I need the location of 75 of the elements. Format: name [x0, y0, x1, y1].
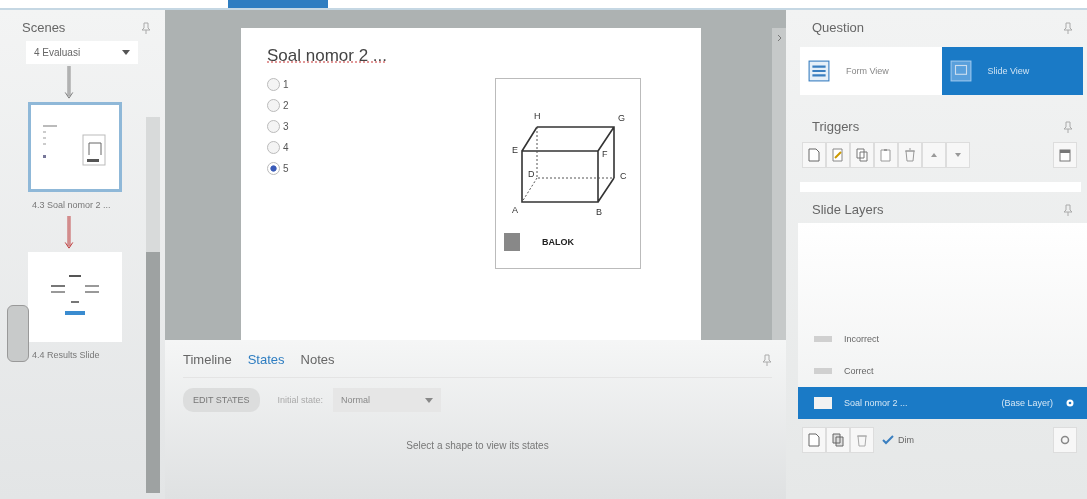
option-label: 4: [283, 142, 289, 153]
initial-state-label: Initial state:: [277, 395, 324, 405]
vertex-label: B: [596, 207, 602, 217]
panel-title: Scenes: [22, 20, 66, 35]
panel-title: Triggers: [812, 119, 860, 134]
settings-icon[interactable]: [1053, 427, 1077, 453]
duplicate-icon[interactable]: [826, 427, 850, 453]
form-view-icon: [808, 60, 830, 82]
option-label: 2: [283, 100, 289, 111]
flow-arrow-icon: [64, 66, 74, 100]
move-down-icon[interactable]: [946, 142, 970, 168]
slide-thumbnail[interactable]: [28, 102, 122, 192]
radio-button[interactable]: [267, 99, 280, 112]
vertex-label: H: [534, 111, 541, 121]
caret-icon: [122, 50, 130, 55]
layer-thumbnail: [814, 336, 832, 342]
calendar-icon[interactable]: [1053, 142, 1077, 168]
pin-icon[interactable]: [141, 21, 151, 34]
slide-label: 4.3 Soal nomor 2 ...: [32, 200, 111, 210]
view-toggle[interactable]: Slide View: [941, 47, 1083, 95]
pin-icon[interactable]: [1063, 21, 1073, 34]
move-up-icon[interactable]: [922, 142, 946, 168]
radio-button[interactable]: [267, 162, 280, 175]
initial-state-dropdown[interactable]: Normal: [333, 388, 442, 412]
layer-thumbnail: [814, 397, 832, 409]
option-label: 3: [283, 121, 289, 132]
vertex-label: D: [528, 169, 535, 179]
pin-icon[interactable]: [1063, 120, 1073, 133]
panel-title: Question: [812, 20, 865, 35]
slide-thumbnail[interactable]: [28, 252, 122, 342]
panel-tab[interactable]: Notes: [300, 352, 335, 367]
option-label: 1: [283, 79, 289, 90]
pin-icon[interactable]: [762, 353, 772, 366]
dim-checkbox[interactable]: Dim: [882, 435, 914, 445]
caret-icon: [425, 397, 434, 403]
vertex-label: G: [618, 113, 625, 123]
vertex-label: A: [512, 205, 518, 215]
panel-tab[interactable]: States: [247, 352, 285, 367]
radio-button[interactable]: [267, 78, 280, 91]
radio-button[interactable]: [267, 120, 280, 133]
empty-message: Select a shape to view its states: [406, 440, 549, 451]
layer-name: Soal nomor 2 ...: [844, 398, 908, 408]
layer-note: (Base Layer): [1001, 398, 1053, 408]
figure-caption: BALOK: [542, 237, 574, 247]
layer-row[interactable]: Incorrect: [798, 323, 1087, 355]
question-title: Soal nomor 2 ...: [267, 46, 387, 66]
edit-states-button[interactable]: EDIT STATES: [183, 388, 260, 412]
slide-label: 4.4 Results Slide: [32, 350, 100, 360]
layer-row[interactable]: Soal nomor 2 ... (Base Layer): [798, 387, 1087, 419]
panel-title: Slide Layers: [812, 202, 884, 217]
settings-icon[interactable]: [1065, 398, 1075, 408]
delete-icon[interactable]: [850, 427, 874, 453]
vertex-label: C: [620, 171, 627, 181]
slide-view-icon: [949, 60, 972, 82]
vertex-label: E: [512, 145, 518, 155]
new-trigger-icon[interactable]: [802, 142, 826, 168]
flow-arrow-icon: [64, 216, 74, 250]
radio-button[interactable]: [267, 141, 280, 154]
vertex-label: F: [602, 149, 608, 159]
panel-tab[interactable]: Timeline: [183, 352, 232, 367]
pin-icon[interactable]: [1063, 203, 1073, 216]
image-icon: [504, 233, 520, 251]
edit-icon[interactable]: [826, 142, 850, 168]
layer-thumbnail: [814, 368, 832, 374]
scrollbar[interactable]: [146, 117, 160, 493]
collapse-handle-icon[interactable]: [7, 305, 29, 362]
copy-icon[interactable]: [850, 142, 874, 168]
delete-icon[interactable]: [898, 142, 922, 168]
scene-dropdown[interactable]: 4 Evaluasi: [26, 41, 138, 64]
layer-name: Correct: [844, 366, 874, 376]
layer-row[interactable]: Correct: [798, 355, 1087, 387]
paste-icon[interactable]: [874, 142, 898, 168]
new-layer-icon[interactable]: [802, 427, 826, 453]
option-label: 5: [283, 163, 289, 174]
layer-name: Incorrect: [844, 334, 879, 344]
